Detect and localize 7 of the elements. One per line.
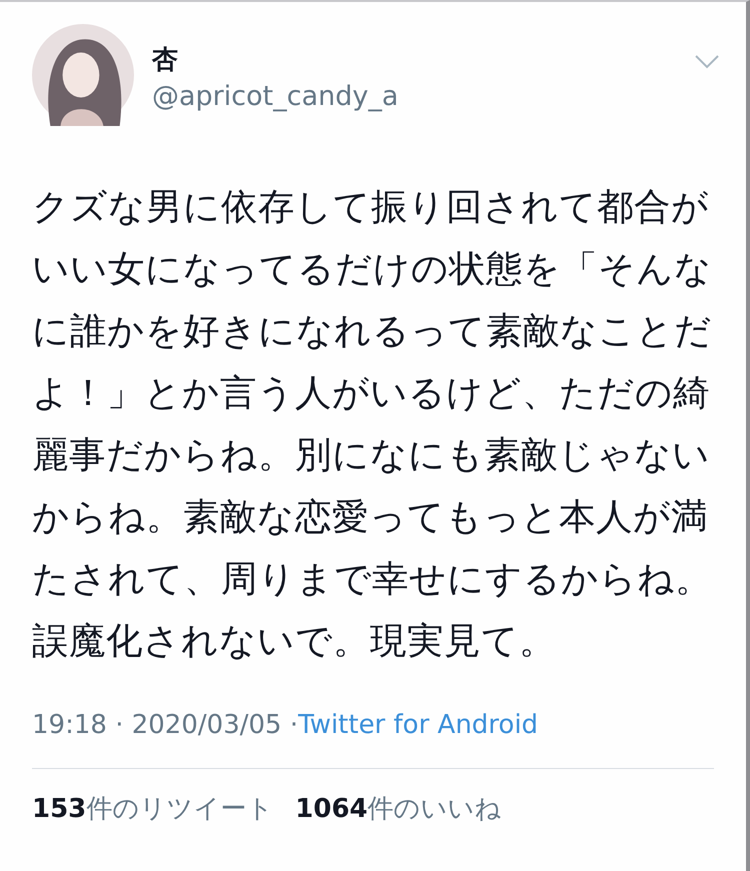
stat-count[interactable]: 1064件のいいね	[295, 791, 502, 826]
author-name: 杏	[152, 44, 179, 77]
chevron-down-icon[interactable]	[694, 54, 720, 70]
tweet-text: クズな男に依存して振り回されて都合がいい女になってるだけの状態を「そんなに誰かを好きになれるって素敵なことだよ！」とか言う人がいるけど、ただの綺麗事だからね。別になにも素敵じゃないからね。素敵な恋愛ってもっと本人が満たされて、周りまで幸せにするからね。誤魔化されないで。現実見て。	[32, 184, 712, 664]
stat-count[interactable]: 153件のリツイート	[32, 791, 274, 826]
tweet-timestamp: 19:18 · 2020/03/05 ·	[32, 710, 298, 740]
author-handle: @apricot_candy_a	[152, 81, 400, 112]
